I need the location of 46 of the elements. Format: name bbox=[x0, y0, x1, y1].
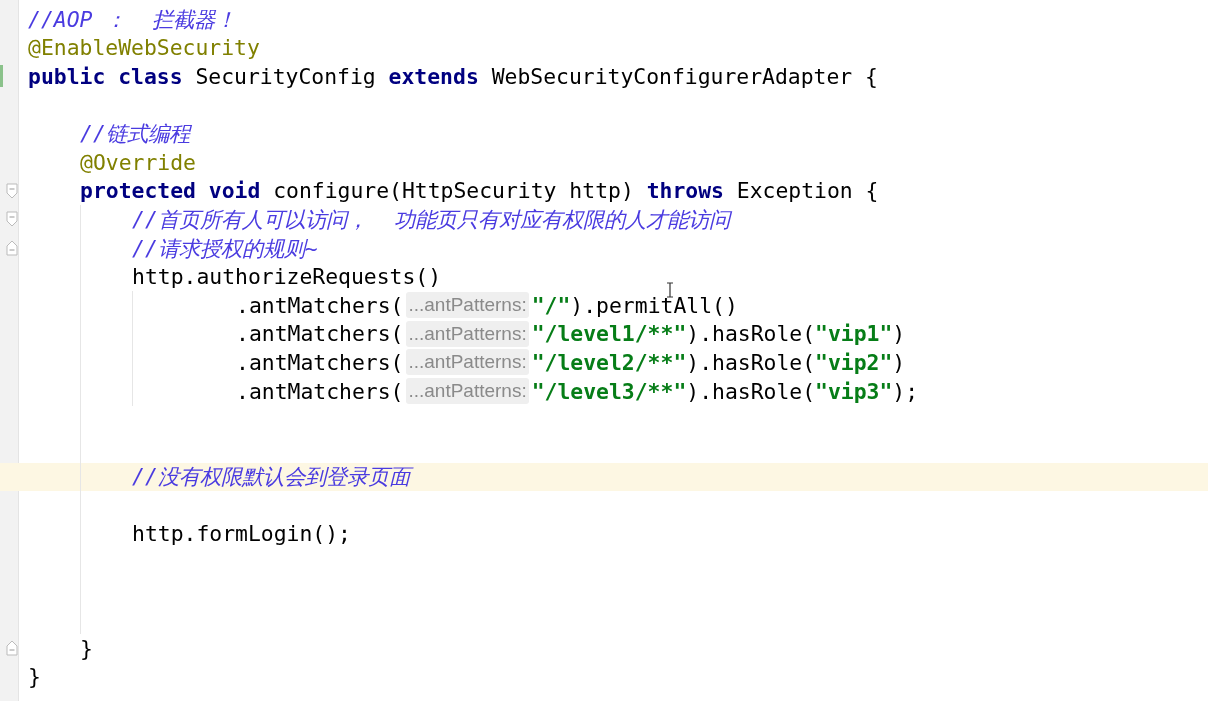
code-text: WebSecurityConfigurerAdapter { bbox=[490, 64, 878, 89]
code-text: ).hasRole( bbox=[686, 349, 816, 375]
code-keyword: public class bbox=[28, 64, 183, 89]
code-string: "vip2" bbox=[815, 349, 893, 375]
code-keyword: protected void bbox=[80, 178, 261, 204]
code-text: http.formLogin(); bbox=[132, 521, 351, 547]
parameter-hint: ...antPatterns: bbox=[406, 320, 529, 347]
code-keyword: extends bbox=[388, 64, 479, 89]
code-comment: //首页所有人可以访问， 功能页只有对应有权限的人才能访问 bbox=[132, 205, 730, 234]
text-cursor-icon bbox=[666, 282, 674, 298]
code-text: SecurityConfig bbox=[194, 64, 377, 89]
parameter-hint: ...antPatterns: bbox=[406, 349, 529, 376]
code-string: "/" bbox=[531, 292, 571, 318]
code-text: ).hasRole( bbox=[686, 321, 816, 347]
code-keyword: throws bbox=[646, 178, 724, 204]
code-text: ) bbox=[892, 349, 906, 375]
code-text: .antMatchers( bbox=[236, 349, 404, 375]
code-string: "vip3" bbox=[815, 378, 893, 404]
code-text: ) bbox=[892, 321, 906, 347]
code-comment: //请求授权的规则~ bbox=[132, 234, 318, 263]
code-text: .antMatchers( bbox=[236, 292, 404, 318]
code-text: configure(HttpSecurity http) bbox=[272, 178, 635, 204]
code-string: "/level1/**" bbox=[531, 321, 687, 347]
code-annotation: @EnableWebSecurity bbox=[28, 35, 260, 61]
parameter-hint: ...antPatterns: bbox=[406, 292, 529, 319]
fold-start-icon[interactable] bbox=[6, 182, 18, 199]
code-text: ); bbox=[892, 378, 919, 404]
code-text: Exception { bbox=[735, 178, 879, 204]
code-text: http.authorizeRequests() bbox=[132, 264, 442, 290]
code-text: } bbox=[28, 664, 41, 690]
code-comment: //AOP ： 拦截器！ bbox=[28, 5, 237, 34]
parameter-hint: ...antPatterns: bbox=[406, 378, 529, 404]
code-text: ).hasRole( bbox=[686, 378, 816, 404]
code-text: ).permitAll() bbox=[570, 292, 738, 318]
fold-start-icon[interactable] bbox=[6, 211, 18, 228]
fold-end-icon[interactable] bbox=[6, 240, 18, 257]
code-text: .antMatchers( bbox=[236, 321, 404, 347]
code-comment: //链式编程 bbox=[80, 120, 190, 149]
fold-end-icon[interactable] bbox=[6, 640, 18, 657]
code-string: "/level2/**" bbox=[531, 349, 687, 375]
code-string: "/level3/**" bbox=[531, 378, 687, 404]
code-annotation: @Override bbox=[80, 149, 196, 175]
code-text: } bbox=[80, 635, 93, 661]
code-string: "vip1" bbox=[815, 321, 893, 347]
code-text: .antMatchers( bbox=[236, 378, 404, 404]
code-editor[interactable] bbox=[0, 0, 1208, 701]
